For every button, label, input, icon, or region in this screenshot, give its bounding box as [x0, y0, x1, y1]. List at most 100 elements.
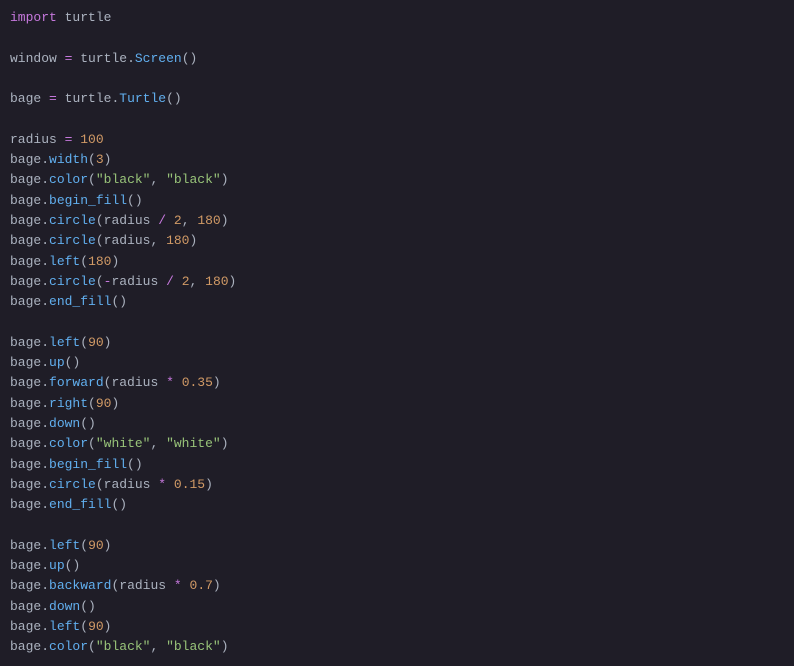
code-line: window = turtle.Screen(): [10, 51, 197, 66]
code-token: (): [65, 558, 81, 573]
code-token: ,: [150, 233, 166, 248]
code-line: bage.left(90): [10, 619, 111, 634]
code-token: *: [158, 477, 166, 492]
code-token: (): [80, 599, 96, 614]
code-token: "black": [96, 172, 151, 187]
code-token: .: [41, 213, 49, 228]
code-token: left: [49, 619, 80, 634]
code-token: bage: [10, 497, 41, 512]
code-line: bage.backward(radius * 0.7): [10, 578, 221, 593]
code-token: right: [49, 396, 88, 411]
code-token: bage: [10, 375, 41, 390]
code-token: 90: [96, 396, 112, 411]
code-token: 2: [174, 213, 182, 228]
code-token: (: [96, 233, 104, 248]
code-token: 3: [96, 152, 104, 167]
code-token: radius: [104, 213, 151, 228]
code-token: bage: [10, 172, 41, 187]
code-token: ): [221, 213, 229, 228]
code-token: bage: [10, 639, 41, 654]
code-line: bage.end_fill(): [10, 294, 127, 309]
code-token: radius: [104, 477, 151, 492]
code-token: ,: [182, 213, 198, 228]
code-token: (: [88, 152, 96, 167]
code-token: .: [41, 355, 49, 370]
code-token: .: [41, 254, 49, 269]
code-token: [182, 578, 190, 593]
code-line: bage.color("black", "black"): [10, 172, 229, 187]
code-token: .: [41, 193, 49, 208]
code-token: bage: [10, 578, 41, 593]
code-token: "black": [96, 639, 151, 654]
code-token: ,: [150, 172, 166, 187]
code-line: bage.left(180): [10, 254, 119, 269]
code-token: ): [229, 274, 237, 289]
code-token: .: [41, 558, 49, 573]
code-line: bage.color("black", "black"): [10, 639, 229, 654]
code-line: bage = turtle.Turtle(): [10, 91, 182, 106]
code-token: (: [96, 213, 104, 228]
code-token: (: [96, 477, 104, 492]
code-token: [166, 477, 174, 492]
code-token: ): [111, 254, 119, 269]
code-token: ): [221, 639, 229, 654]
code-token: color: [49, 639, 88, 654]
code-line: import turtle: [10, 10, 111, 25]
code-token: .: [127, 51, 135, 66]
code-token: down: [49, 416, 80, 431]
code-token: [166, 213, 174, 228]
code-token: backward: [49, 578, 111, 593]
code-token: width: [49, 152, 88, 167]
code-token: turtle: [65, 10, 112, 25]
code-token: ): [213, 375, 221, 390]
code-token: /: [166, 274, 174, 289]
code-token: .: [41, 639, 49, 654]
code-token: ): [111, 396, 119, 411]
code-token: circle: [49, 477, 96, 492]
code-token: .: [41, 233, 49, 248]
code-token: end_fill: [49, 294, 111, 309]
code-token: radius: [10, 132, 57, 147]
code-token: "black": [166, 172, 221, 187]
code-token: (): [127, 457, 143, 472]
code-token: down: [49, 599, 80, 614]
code-token: /: [158, 213, 166, 228]
code-line: bage.down(): [10, 599, 96, 614]
code-token: ): [104, 335, 112, 350]
code-token: color: [49, 436, 88, 451]
code-token: (: [80, 335, 88, 350]
code-token: bage: [10, 599, 41, 614]
code-token: .: [41, 416, 49, 431]
code-token: (: [96, 274, 104, 289]
code-token: (: [88, 436, 96, 451]
code-token: bage: [10, 193, 41, 208]
code-token: .: [41, 436, 49, 451]
code-token: .: [41, 396, 49, 411]
code-token: left: [49, 254, 80, 269]
code-token: 0.35: [182, 375, 213, 390]
code-token: 0.15: [174, 477, 205, 492]
code-token: [174, 375, 182, 390]
code-line: bage.width(3): [10, 152, 111, 167]
code-token: (: [80, 619, 88, 634]
code-token: bage: [10, 335, 41, 350]
code-token: .: [41, 152, 49, 167]
code-token: Turtle: [119, 91, 166, 106]
code-token: [57, 132, 65, 147]
code-token: .: [41, 599, 49, 614]
code-line: bage.end_fill(): [10, 497, 127, 512]
code-token: circle: [49, 233, 96, 248]
code-token: [41, 91, 49, 106]
code-token: 180: [88, 254, 111, 269]
code-token: .: [41, 619, 49, 634]
code-token: =: [49, 91, 57, 106]
code-token: ): [104, 619, 112, 634]
code-token: 2: [182, 274, 190, 289]
code-token: ): [104, 538, 112, 553]
code-token: circle: [49, 213, 96, 228]
code-token: ): [213, 578, 221, 593]
code-token: begin_fill: [49, 193, 127, 208]
code-token: 180: [205, 274, 228, 289]
code-line: bage.left(90): [10, 335, 111, 350]
code-token: [57, 10, 65, 25]
